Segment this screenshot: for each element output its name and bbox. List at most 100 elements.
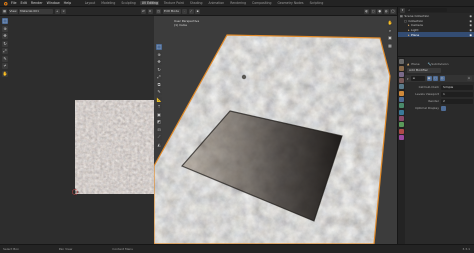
particles-tab-icon[interactable] bbox=[399, 103, 404, 109]
face-select-icon[interactable]: ▪ bbox=[195, 8, 200, 14]
menu-item-render[interactable]: Render bbox=[31, 1, 43, 5]
scale-tool-icon[interactable]: ⤢ bbox=[2, 48, 8, 54]
uv-sync-button[interactable]: ⇄ bbox=[141, 8, 146, 14]
menu-item-window[interactable]: Window bbox=[47, 1, 60, 5]
menu-item-help[interactable]: Help bbox=[64, 1, 72, 5]
modifier-close-icon[interactable]: × bbox=[466, 76, 472, 81]
tab-layout[interactable]: Layout bbox=[83, 1, 97, 5]
image-new-button[interactable]: + bbox=[54, 8, 60, 14]
tab-compositing[interactable]: Compositing bbox=[251, 1, 273, 5]
uv-image-editor[interactable]: ⬚ ⊕ ✥ ↻ ⤢ ✎ ⌿ ✋ bbox=[0, 16, 155, 244]
blender-logo-icon[interactable] bbox=[3, 1, 8, 6]
stone-slab-mesh[interactable] bbox=[154, 16, 397, 244]
poly-build-tool-icon[interactable]: ◭ bbox=[156, 141, 162, 148]
move-tool-icon[interactable]: ✥ bbox=[2, 33, 8, 39]
editor-type-button[interactable]: ◳ bbox=[156, 8, 161, 14]
object-icon: ▲ bbox=[407, 61, 410, 66]
xray-icon[interactable]: ▢ bbox=[370, 8, 376, 14]
render-tab-icon[interactable] bbox=[399, 65, 404, 71]
modifier-panel-header[interactable]: ▾ ≡ ▣ ▢ ◎ × bbox=[405, 75, 474, 82]
visibility-eye-icon[interactable]: ◉ bbox=[469, 19, 472, 23]
select-tool-icon[interactable]: ⬚ bbox=[156, 44, 162, 50]
uv-cursor-icon bbox=[71, 188, 79, 196]
overlay-icon[interactable]: ◐ bbox=[364, 8, 370, 14]
modifier-name-field[interactable]: ≡ bbox=[410, 76, 425, 81]
world-tab-icon[interactable] bbox=[399, 84, 404, 90]
image-close-button[interactable]: × bbox=[61, 8, 67, 14]
hand-icon[interactable]: ✋ bbox=[387, 20, 393, 26]
menu-item-edit[interactable]: Edit bbox=[21, 1, 27, 5]
properties-body: ▲ Plane 🔧 Subdivision Add Modifier ▾ ≡ ▣… bbox=[405, 58, 474, 244]
visibility-eye-icon[interactable]: ◉ bbox=[469, 14, 472, 18]
pin-icon[interactable]: ⊙ bbox=[147, 8, 153, 14]
outliner-item[interactable]: ▸ Plane ◉ bbox=[398, 32, 474, 37]
move-tool-icon[interactable]: ✥ bbox=[156, 59, 162, 65]
property-value-field[interactable]: Simple bbox=[441, 84, 473, 90]
filter-icon[interactable]: ▾ bbox=[400, 7, 405, 13]
uv-texture-image[interactable] bbox=[75, 100, 155, 194]
edit-mode-toggle-icon[interactable]: ▣ bbox=[426, 76, 432, 81]
tool-tab-icon[interactable] bbox=[399, 59, 404, 65]
render-toggle-icon[interactable]: ◎ bbox=[439, 76, 445, 81]
outliner-search[interactable]: ⌕ bbox=[406, 8, 447, 12]
tab-shading[interactable]: Shading bbox=[188, 1, 204, 5]
shading-material-icon[interactable]: ◍ bbox=[383, 8, 389, 14]
rotate-tool-icon[interactable]: ↻ bbox=[2, 40, 8, 47]
tab-scripting[interactable]: Scripting bbox=[308, 1, 325, 5]
chevron-down-icon[interactable]: ▾ bbox=[407, 77, 409, 81]
zoom-icon[interactable]: ⌕ bbox=[387, 27, 393, 34]
cursor-tool-icon[interactable]: ⊕ bbox=[156, 51, 162, 58]
extrude-tool-icon[interactable]: ⇡ bbox=[156, 104, 162, 110]
modifier-tab-icon[interactable] bbox=[399, 97, 404, 103]
property-value-field[interactable]: 1 bbox=[441, 91, 473, 97]
measure-tool-icon[interactable]: 📐 bbox=[156, 96, 162, 103]
visibility-eye-icon[interactable]: ◉ bbox=[469, 23, 472, 27]
output-tab-icon[interactable] bbox=[399, 71, 404, 77]
add-modifier-button[interactable]: Add Modifier bbox=[407, 68, 441, 73]
shading-rendered-icon[interactable]: ◯ bbox=[390, 8, 396, 14]
grid-icon[interactable]: ▦ bbox=[387, 42, 393, 49]
bevel-tool-icon[interactable]: ◩ bbox=[156, 119, 162, 125]
physics-tab-icon[interactable] bbox=[399, 109, 404, 115]
mode-selector[interactable]: Edit Mode bbox=[162, 8, 181, 14]
visibility-eye-icon[interactable]: ◉ bbox=[469, 28, 472, 32]
tab-rendering[interactable]: Rendering bbox=[229, 1, 248, 5]
cursor-tool-icon[interactable]: ⊕ bbox=[2, 25, 8, 32]
shading-solid-icon[interactable]: ● bbox=[377, 8, 383, 14]
visibility-eye-icon[interactable]: ◉ bbox=[469, 33, 472, 37]
tab-modeling[interactable]: Modeling bbox=[100, 1, 117, 5]
viewport-toggle-icon[interactable]: ▢ bbox=[433, 76, 439, 81]
loop-cut-tool-icon[interactable]: ⊟ bbox=[156, 126, 162, 133]
rotate-tool-icon[interactable]: ↻ bbox=[156, 66, 162, 73]
tab-geometry-nodes[interactable]: Geometry Nodes bbox=[276, 1, 305, 5]
edge-select-icon[interactable]: / bbox=[188, 8, 194, 14]
object-tab-icon[interactable] bbox=[399, 90, 404, 96]
annotate-tool-icon[interactable]: ✎ bbox=[156, 89, 162, 95]
tab-animation[interactable]: Animation bbox=[207, 1, 226, 5]
scale-tool-icon[interactable]: ⤢ bbox=[156, 74, 162, 80]
tab-uv-editing[interactable]: UV Editing bbox=[140, 1, 160, 5]
property-value-field[interactable] bbox=[441, 105, 446, 111]
scene-tab-icon[interactable] bbox=[399, 78, 404, 84]
camera-icon[interactable]: ▣ bbox=[387, 35, 393, 41]
editor-type-button[interactable]: ▦ bbox=[2, 8, 7, 14]
knife-tool-icon[interactable]: ⟋ bbox=[156, 134, 162, 140]
transform-tool-icon[interactable]: ⧉ bbox=[156, 81, 162, 88]
grab-tool-icon[interactable]: ✋ bbox=[2, 70, 8, 77]
vertex-select-icon[interactable]: · bbox=[182, 8, 187, 14]
rip-tool-icon[interactable]: ⌿ bbox=[2, 63, 8, 69]
select-tool-icon[interactable]: ⬚ bbox=[2, 18, 8, 24]
menu-item-file[interactable]: File bbox=[11, 1, 17, 5]
annotate-tool-icon[interactable]: ✎ bbox=[2, 55, 8, 62]
data-tab-icon[interactable] bbox=[399, 122, 404, 128]
property-value-field[interactable]: 2 bbox=[441, 98, 473, 104]
image-selector[interactable]: Material.001 bbox=[19, 8, 54, 14]
inset-tool-icon[interactable]: ▣ bbox=[156, 111, 162, 118]
texture-tab-icon[interactable] bbox=[399, 134, 404, 140]
3d-viewport[interactable]: User Perspective (1) Cube ⬚ ⊕ ✥ ↻ ⤢ ⧉ ✎ 📐 ⇡ ▣ ◩ ⊟ ⟋ ◭… bbox=[154, 16, 397, 244]
tab-sculpting[interactable]: Sculpting bbox=[120, 1, 137, 5]
tab-texture-paint[interactable]: Texture Paint bbox=[162, 1, 185, 5]
material-tab-icon[interactable] bbox=[399, 128, 404, 134]
constraints-tab-icon[interactable] bbox=[399, 115, 404, 121]
view-menu[interactable]: View bbox=[8, 8, 18, 14]
